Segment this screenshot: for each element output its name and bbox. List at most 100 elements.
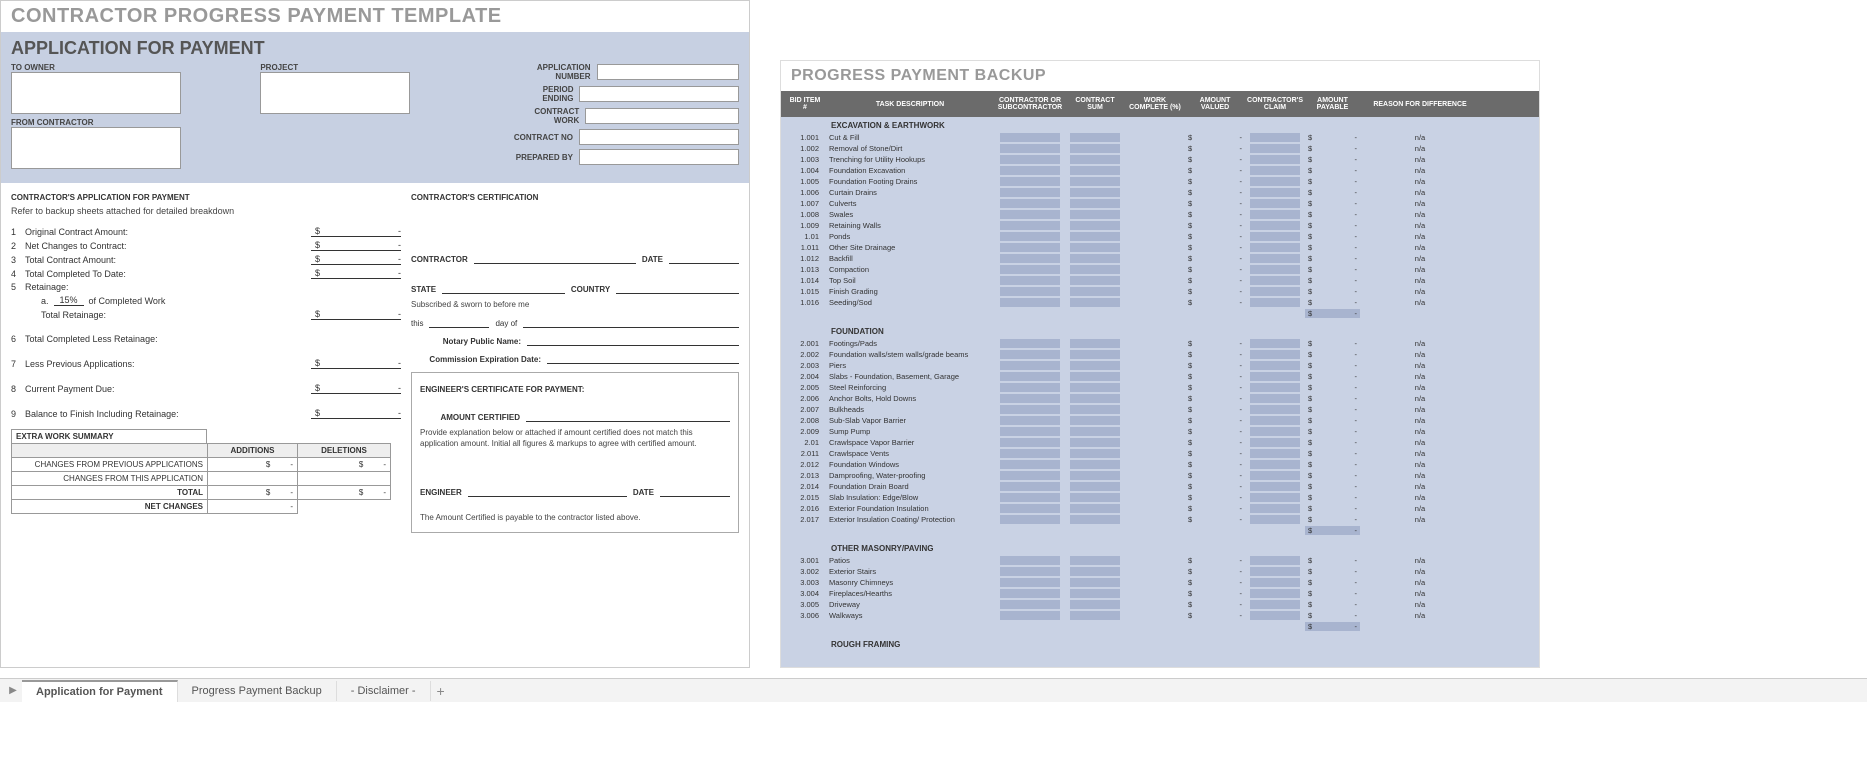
cell-contractors-claim[interactable] [1250,177,1300,186]
cell-contract-sum[interactable] [1070,199,1120,208]
cell-contract-sum[interactable] [1070,394,1120,403]
cell-subcontractor[interactable] [1000,254,1060,263]
cell-subcontractor[interactable] [1000,276,1060,285]
cell-subcontractor[interactable] [1000,144,1060,153]
cell-subcontractor[interactable] [1000,133,1060,142]
cell-subcontractor[interactable] [1000,482,1060,491]
cell-contract-sum[interactable] [1070,449,1120,458]
cell-contractors-claim[interactable] [1250,350,1300,359]
cell-contract-sum[interactable] [1070,493,1120,502]
cell-contractors-claim[interactable] [1250,589,1300,598]
input-to-owner[interactable] [11,72,181,114]
cell-subcontractor[interactable] [1000,339,1060,348]
cell-contract-sum[interactable] [1070,254,1120,263]
cell-contractors-claim[interactable] [1250,578,1300,587]
cell-contract-sum[interactable] [1070,350,1120,359]
cell-contract-sum[interactable] [1070,383,1120,392]
cell-deletions-prev[interactable]: $ - [297,458,390,472]
cell-contract-sum[interactable] [1070,265,1120,274]
cell-subcontractor[interactable] [1000,556,1060,565]
cell-subcontractor[interactable] [1000,350,1060,359]
cell-contract-sum[interactable] [1070,361,1120,370]
cell-subcontractor[interactable] [1000,188,1060,197]
cell-subcontractor[interactable] [1000,199,1060,208]
cell-subcontractor[interactable] [1000,460,1060,469]
input-app-number[interactable] [597,64,739,80]
cell-contractors-claim[interactable] [1250,405,1300,414]
cell-contractors-claim[interactable] [1250,243,1300,252]
input-prepared-by[interactable] [579,149,739,165]
cell-additions-prev[interactable]: $ - [208,458,298,472]
cell-subcontractor[interactable] [1000,265,1060,274]
input-from-contractor[interactable] [11,127,181,169]
tab-progress-payment-backup[interactable]: Progress Payment Backup [178,681,337,701]
cell-contractors-claim[interactable] [1250,133,1300,142]
cell-contract-sum[interactable] [1070,405,1120,414]
cell-contractors-claim[interactable] [1250,361,1300,370]
tab-disclaimer[interactable]: - Disclaimer - [337,681,431,701]
cell-contractors-claim[interactable] [1250,155,1300,164]
tab-application-for-payment[interactable]: Application for Payment [22,680,178,702]
cell-contractors-claim[interactable] [1250,383,1300,392]
cell-contractors-claim[interactable] [1250,567,1300,576]
cell-contract-sum[interactable] [1070,482,1120,491]
cell-contract-sum[interactable] [1070,166,1120,175]
cell-contractors-claim[interactable] [1250,276,1300,285]
cell-subcontractor[interactable] [1000,177,1060,186]
cell-contract-sum[interactable] [1070,210,1120,219]
tab-scroll-arrow-icon[interactable]: ▶ [4,682,22,700]
cell-contractors-claim[interactable] [1250,416,1300,425]
cell-contract-sum[interactable] [1070,556,1120,565]
cell-subcontractor[interactable] [1000,416,1060,425]
cell-contract-sum[interactable] [1070,578,1120,587]
cell-subcontractor[interactable] [1000,210,1060,219]
input-period-ending[interactable] [579,86,739,102]
cell-subcontractor[interactable] [1000,405,1060,414]
cell-contractors-claim[interactable] [1250,600,1300,609]
cell-subcontractor[interactable] [1000,287,1060,296]
cell-subcontractor[interactable] [1000,567,1060,576]
cell-contract-sum[interactable] [1070,243,1120,252]
cell-subcontractor[interactable] [1000,504,1060,513]
retainage-percent[interactable]: 15% [54,295,84,306]
cell-subcontractor[interactable] [1000,232,1060,241]
cell-contractors-claim[interactable] [1250,372,1300,381]
cell-contractors-claim[interactable] [1250,339,1300,348]
cell-contractors-claim[interactable] [1250,287,1300,296]
cell-contractors-claim[interactable] [1250,427,1300,436]
cell-contractors-claim[interactable] [1250,556,1300,565]
cell-contract-sum[interactable] [1070,504,1120,513]
cell-subcontractor[interactable] [1000,394,1060,403]
contractor-sig-line[interactable] [474,252,636,264]
cell-subcontractor[interactable] [1000,611,1060,620]
cell-contractors-claim[interactable] [1250,144,1300,153]
cell-contract-sum[interactable] [1070,298,1120,307]
cell-subcontractor[interactable] [1000,383,1060,392]
cell-subcontractor[interactable] [1000,515,1060,524]
cell-subcontractor[interactable] [1000,427,1060,436]
cell-contractors-claim[interactable] [1250,254,1300,263]
cell-contractors-claim[interactable] [1250,298,1300,307]
cell-contract-sum[interactable] [1070,589,1120,598]
cell-contract-sum[interactable] [1070,416,1120,425]
cell-contractors-claim[interactable] [1250,493,1300,502]
cell-contract-sum[interactable] [1070,339,1120,348]
cell-contractors-claim[interactable] [1250,188,1300,197]
cell-contract-sum[interactable] [1070,471,1120,480]
cell-contractors-claim[interactable] [1250,471,1300,480]
cell-contract-sum[interactable] [1070,287,1120,296]
cell-contract-sum[interactable] [1070,460,1120,469]
cell-contractors-claim[interactable] [1250,265,1300,274]
cell-subcontractor[interactable] [1000,600,1060,609]
cell-contractors-claim[interactable] [1250,515,1300,524]
cell-contract-sum[interactable] [1070,600,1120,609]
cell-contractors-claim[interactable] [1250,232,1300,241]
cell-contract-sum[interactable] [1070,438,1120,447]
cell-contract-sum[interactable] [1070,188,1120,197]
cell-contractors-claim[interactable] [1250,611,1300,620]
cell-contractors-claim[interactable] [1250,221,1300,230]
cell-contract-sum[interactable] [1070,567,1120,576]
contractor-date-line[interactable] [669,252,739,264]
cell-contractors-claim[interactable] [1250,199,1300,208]
cell-contract-sum[interactable] [1070,133,1120,142]
